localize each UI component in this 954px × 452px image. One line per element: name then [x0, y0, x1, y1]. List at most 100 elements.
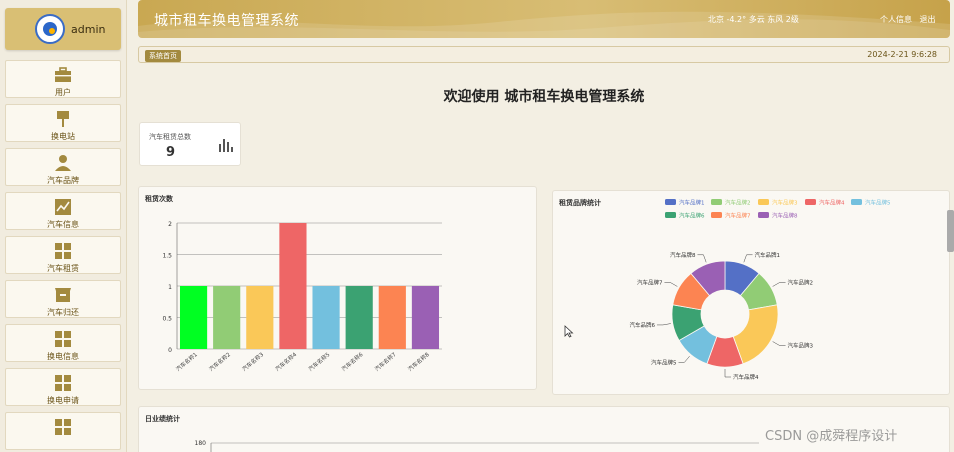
briefcase-icon — [55, 67, 71, 82]
legend-label[interactable]: 汽车品牌5 — [865, 199, 891, 207]
y-tick-label: 180 — [195, 440, 207, 447]
legend-label[interactable]: 汽车品牌6 — [679, 212, 705, 220]
user-box[interactable]: admin — [5, 8, 121, 50]
legend-swatch[interactable] — [665, 199, 676, 205]
legend-swatch[interactable] — [711, 212, 722, 218]
profile-link[interactable]: 个人信息 — [880, 15, 912, 24]
chart-line-icon — [55, 199, 71, 215]
grid-icon — [55, 419, 71, 435]
pie-leader-line — [678, 355, 690, 363]
legend-swatch[interactable] — [758, 199, 769, 205]
pie-label: 汽车品牌5 — [651, 358, 677, 366]
x-tick-label: 汽车名称3 — [240, 350, 265, 373]
logout-link[interactable]: 退出 — [920, 15, 936, 24]
x-tick-label: 汽车名称6 — [340, 350, 365, 373]
bar-7[interactable] — [378, 286, 406, 349]
x-tick-label: 汽车名称5 — [307, 350, 332, 373]
pie-leader-line — [724, 369, 731, 378]
pie-label: 汽车品牌8 — [670, 251, 696, 259]
legend-label[interactable]: 汽车品牌1 — [679, 199, 705, 207]
sidebar-item-7[interactable]: 换电信息 — [5, 324, 121, 362]
username: admin — [71, 23, 106, 36]
grid-icon — [55, 243, 71, 259]
x-tick-label: 汽车名称8 — [406, 350, 431, 373]
legend-swatch[interactable] — [711, 199, 722, 205]
pie-label: 汽车品牌7 — [637, 279, 663, 287]
sidebar: admin 用户换电站汽车品牌汽车信息汽车租赁汽车归还换电信息换电申请 — [0, 0, 127, 452]
pie-label: 汽车品牌2 — [788, 279, 814, 287]
legend-label[interactable]: 汽车品牌4 — [819, 199, 845, 207]
pie-label: 汽车品牌3 — [788, 342, 814, 350]
sidebar-item-label: 换电申请 — [47, 396, 79, 405]
y-tick-label: 1.5 — [162, 253, 172, 260]
bar-1[interactable] — [179, 286, 208, 349]
brand-stats-chart: 汽车品牌1 汽车品牌2 汽车品牌3 汽车品牌4 汽车品牌5 汽车品牌6 汽车品牌7 汽车品牌8… — [629, 199, 891, 382]
stat-value: 9 — [166, 145, 176, 160]
legend-swatch[interactable] — [805, 199, 816, 205]
station-icon — [57, 111, 69, 127]
rental-total-card: 汽车租赁总数 9 — [139, 122, 241, 166]
sidebar-item-6[interactable]: 汽车归还 — [5, 280, 121, 318]
stat-title: 汽车租赁总数 — [149, 133, 191, 141]
sidebar-item-4[interactable]: 汽车信息 — [5, 192, 121, 230]
brand-stats-panel: 租赁品牌统计 汽车品牌1 汽车品牌2 汽车品牌3 汽车品牌4 汽车品牌5 汽车品牌6 汽车品… — [552, 190, 950, 395]
avatar — [35, 14, 65, 44]
legend-label[interactable]: 汽车品牌2 — [725, 199, 751, 207]
grid-icon — [55, 331, 71, 347]
y-tick-label: 2 — [168, 221, 172, 228]
top-header: 城市租车换电管理系统 北京 -4.2° 多云 东风 2级 个人信息 退出 — [138, 0, 950, 38]
legend-swatch[interactable] — [665, 212, 676, 218]
current-datetime: 2024-2-21 9:6:28 — [867, 50, 937, 59]
legend-label[interactable]: 汽车品牌7 — [725, 212, 751, 220]
breadcrumb-bar: 系统首页 2024-2-21 9:6:28 — [138, 46, 950, 63]
legend-swatch[interactable] — [758, 212, 769, 218]
pie-leader-line — [743, 254, 753, 263]
sidebar-item-label: 汽车归还 — [47, 308, 79, 317]
rent-count-chart: 0 0.5 1 1.5 2 汽车名称1 汽车名称2 汽车名称3 汽车名称4 汽车名称5 汽车名称6 汽… — [162, 221, 442, 373]
sidebar-item-3[interactable]: 汽车品牌 — [5, 148, 121, 186]
pie-label: 汽车品牌6 — [629, 321, 655, 329]
legend-swatch[interactable] — [851, 199, 862, 205]
bar-8[interactable] — [411, 286, 440, 349]
welcome-heading: 欢迎使用 城市租车换电管理系统 — [443, 89, 645, 105]
y-tick-label: 1 — [168, 284, 172, 291]
page-scrollbar[interactable] — [947, 210, 954, 252]
bar-3[interactable] — [246, 286, 274, 349]
sidebar-item-9[interactable] — [5, 412, 121, 450]
system-title: 城市租车换电管理系统 — [154, 13, 299, 29]
pie-leader-line — [772, 282, 786, 287]
sidebar-item-label: 用户 — [55, 88, 71, 97]
pie-label: 汽车品牌4 — [733, 373, 759, 381]
bar-4[interactable] — [279, 223, 307, 349]
x-tick-label: 汽车名称2 — [207, 350, 232, 373]
mouse-cursor-icon — [564, 325, 574, 338]
pie-leader-line — [664, 282, 678, 287]
y-tick-label: 0 — [168, 347, 172, 354]
grid-icon — [55, 375, 71, 391]
rent-count-panel: 租赁次数 0 0.5 1 1.5 2 汽车名称1 汽车名称2 汽车名称3 汽车名称4 汽车名称5 汽… — [138, 186, 537, 390]
csdn-watermark: CSDN @成舜程序设计 — [765, 429, 898, 444]
bar-2[interactable] — [213, 286, 241, 349]
person-icon — [55, 155, 71, 171]
sidebar-item-8[interactable]: 换电申请 — [5, 368, 121, 406]
pie-label: 汽车品牌1 — [755, 251, 781, 259]
sidebar-item-2[interactable]: 换电站 — [5, 104, 121, 142]
sidebar-item-label: 汽车租赁 — [47, 264, 79, 273]
sidebar-item-5[interactable]: 汽车租赁 — [5, 236, 121, 274]
x-tick-label: 汽车名称4 — [274, 350, 299, 373]
pie-leader-line — [772, 341, 786, 346]
weather-info: 北京 -4.2° 多云 东风 2级 — [708, 15, 799, 24]
sidebar-item-label: 换电站 — [51, 132, 75, 141]
legend-label[interactable]: 汽车品牌8 — [772, 212, 798, 220]
breadcrumb-home[interactable]: 系统首页 — [145, 50, 181, 62]
sidebar-item-label: 汽车品牌 — [47, 176, 79, 185]
pie-leader-line — [656, 323, 671, 326]
bar-chart-icon — [219, 139, 233, 152]
x-tick-label: 汽车名称1 — [174, 350, 199, 373]
bar-5[interactable] — [312, 286, 340, 349]
bar-6[interactable] — [345, 286, 373, 349]
legend-label[interactable]: 汽车品牌3 — [772, 199, 798, 207]
sidebar-item-label: 汽车信息 — [47, 220, 79, 229]
sidebar-item-1[interactable]: 用户 — [5, 60, 121, 98]
box-icon — [55, 288, 71, 302]
